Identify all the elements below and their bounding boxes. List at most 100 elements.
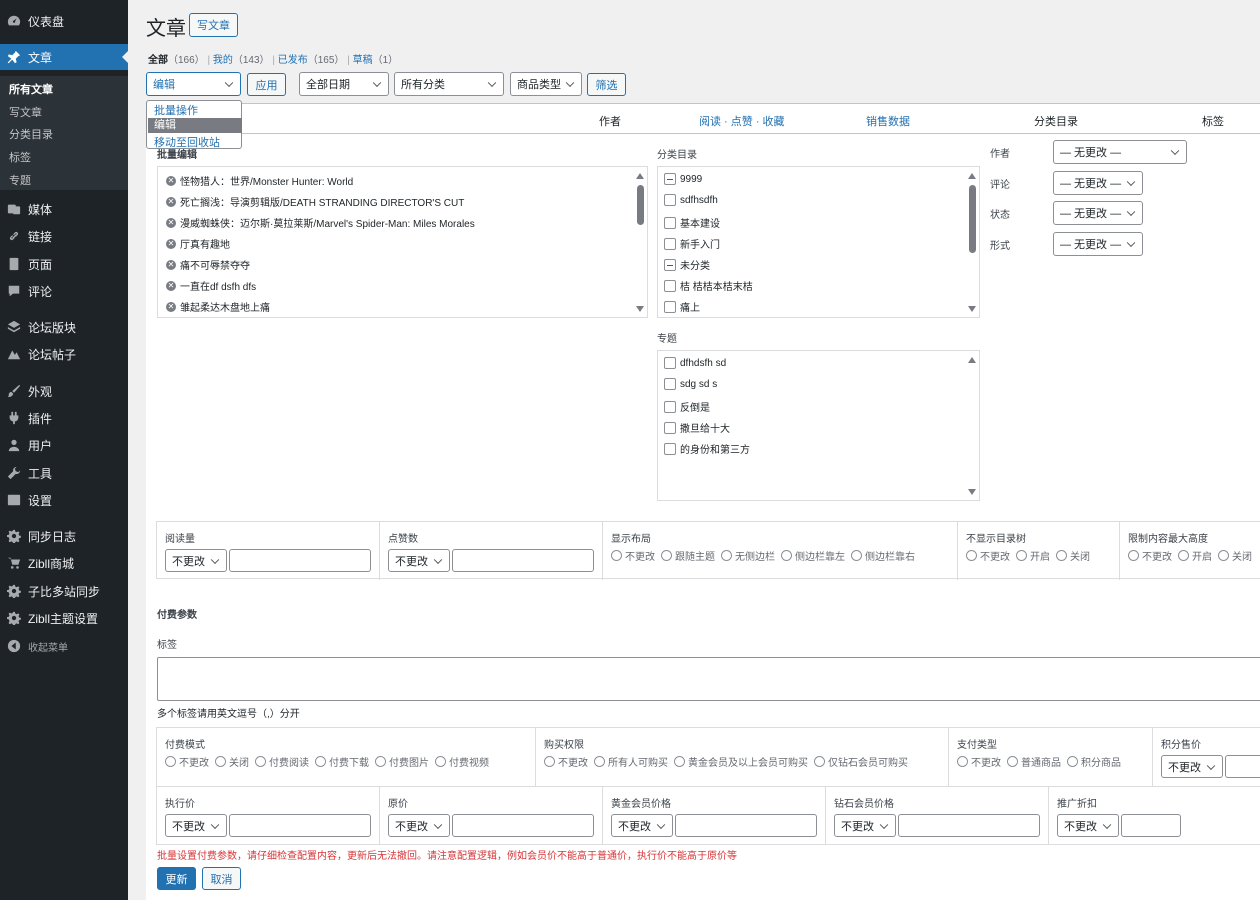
- radio-option[interactable]: 不更改: [1128, 548, 1172, 563]
- checkbox-icon[interactable]: [664, 421, 676, 434]
- radio-option[interactable]: 付费下载: [315, 754, 369, 769]
- apply-button[interactable]: 应用: [247, 73, 286, 96]
- radio-option[interactable]: 付费视频: [435, 754, 489, 769]
- bulk-action-select[interactable]: 编辑: [146, 72, 241, 96]
- menu-item-8[interactable]: 外观: [0, 378, 128, 404]
- checkbox-icon[interactable]: [664, 237, 676, 250]
- checkbox-icon[interactable]: [664, 378, 676, 390]
- field-select[interactable]: — 无更改 —: [1053, 232, 1143, 256]
- menu-item-2[interactable]: 媒体: [0, 196, 128, 222]
- radio-icon[interactable]: [215, 756, 226, 767]
- remove-icon[interactable]: ✕: [166, 301, 176, 312]
- checkbox-icon[interactable]: [664, 400, 676, 413]
- radio-option[interactable]: 开启: [1178, 548, 1212, 563]
- remove-icon[interactable]: ✕: [166, 280, 176, 291]
- category-filter-select[interactable]: 所有分类: [394, 72, 504, 96]
- radio-icon[interactable]: [611, 550, 622, 561]
- add-new-post-button[interactable]: 写文章: [189, 13, 238, 37]
- views-input[interactable]: [229, 549, 371, 572]
- filter-mine[interactable]: 我的: [213, 55, 233, 66]
- radio-option[interactable]: 无侧边栏: [721, 548, 775, 563]
- cancel-button[interactable]: 取消: [202, 867, 241, 890]
- checkbox-icon[interactable]: [664, 300, 676, 313]
- topic-checkbox[interactable]: sdg sd s: [664, 378, 717, 390]
- checkbox-icon[interactable]: [664, 258, 676, 271]
- points-mode-select[interactable]: 不更改: [1161, 755, 1223, 778]
- category-checkbox[interactable]: 痛上: [664, 299, 700, 314]
- field-select[interactable]: — 无更改 —: [1053, 201, 1143, 225]
- tags-textarea[interactable]: [157, 657, 1260, 701]
- menu-item-6[interactable]: 论坛版块: [0, 314, 128, 340]
- col-sales[interactable]: 销售数据: [866, 113, 910, 129]
- radio-icon[interactable]: [674, 756, 685, 767]
- topic-checkbox[interactable]: dfhdsfh sd: [664, 357, 726, 369]
- topic-checkbox[interactable]: 反倒是: [664, 399, 710, 414]
- submenu-write-post[interactable]: 写文章: [9, 104, 42, 120]
- menu-item-7[interactable]: 论坛帖子: [0, 341, 128, 367]
- radio-icon[interactable]: [781, 550, 792, 561]
- remove-icon[interactable]: ✕: [166, 259, 176, 270]
- radio-icon[interactable]: [1128, 550, 1139, 561]
- filter-button[interactable]: 筛选: [587, 73, 626, 96]
- radio-icon[interactable]: [1218, 550, 1229, 561]
- checkbox-icon[interactable]: [664, 173, 676, 185]
- checkbox-icon[interactable]: [664, 442, 676, 455]
- scroll-up-arrow[interactable]: [636, 173, 644, 179]
- submenu-tags[interactable]: 标签: [9, 149, 31, 165]
- scroll-down-arrow[interactable]: [968, 306, 976, 312]
- radio-option[interactable]: 关闭: [215, 754, 249, 769]
- price-input[interactable]: [229, 814, 371, 837]
- filter-draft[interactable]: 草稿: [353, 55, 373, 66]
- scroll-down-arrow[interactable]: [968, 489, 976, 495]
- price-mode-select[interactable]: 不更改: [165, 814, 227, 837]
- radio-icon[interactable]: [315, 756, 326, 767]
- radio-icon[interactable]: [851, 550, 862, 561]
- category-checkbox[interactable]: 基本建设: [664, 215, 720, 230]
- radio-option[interactable]: 黄金会员及以上会员可购买: [674, 754, 808, 769]
- price-input[interactable]: [675, 814, 817, 837]
- product-type-select[interactable]: 商品类型: [510, 72, 582, 96]
- category-checkbox[interactable]: 未分类: [664, 257, 710, 272]
- scroll-down-arrow[interactable]: [636, 306, 644, 312]
- update-button[interactable]: 更新: [157, 867, 196, 890]
- radio-icon[interactable]: [435, 756, 446, 767]
- radio-option[interactable]: 侧边栏靠右: [851, 548, 915, 563]
- menu-item-16[interactable]: Zibll主题设置: [0, 605, 128, 631]
- category-checkbox[interactable]: sdfhsdfh: [664, 194, 718, 206]
- radio-option[interactable]: 不更改: [966, 548, 1010, 563]
- checkbox-icon[interactable]: [664, 194, 676, 206]
- views-mode-select[interactable]: 不更改: [165, 549, 227, 572]
- price-mode-select[interactable]: 不更改: [1057, 814, 1119, 837]
- radio-icon[interactable]: [1056, 550, 1067, 561]
- menu-item-17[interactable]: 收起菜单: [0, 633, 128, 659]
- price-input[interactable]: [898, 814, 1040, 837]
- radio-option[interactable]: 开启: [1016, 548, 1050, 563]
- menu-item-12[interactable]: 设置: [0, 487, 128, 513]
- likes-mode-select[interactable]: 不更改: [388, 549, 450, 572]
- radio-option[interactable]: 关闭: [1218, 548, 1252, 563]
- radio-icon[interactable]: [1178, 550, 1189, 561]
- checkbox-icon[interactable]: [664, 279, 676, 292]
- dropdown-option-trash[interactable]: 移动至回收站: [154, 134, 220, 150]
- menu-item-5[interactable]: 评论: [0, 278, 128, 304]
- remove-icon[interactable]: ✕: [166, 196, 176, 207]
- radio-option[interactable]: 付费阅读: [255, 754, 309, 769]
- price-mode-select[interactable]: 不更改: [834, 814, 896, 837]
- field-select[interactable]: — 无更改 —: [1053, 171, 1143, 195]
- remove-icon[interactable]: ✕: [166, 238, 176, 249]
- radio-option[interactable]: 侧边栏靠左: [781, 548, 845, 563]
- radio-icon[interactable]: [721, 550, 732, 561]
- radio-icon[interactable]: [814, 756, 825, 767]
- field-select[interactable]: — 无更改 —: [1053, 140, 1187, 164]
- dropdown-option-bulk[interactable]: 批量操作: [154, 102, 198, 118]
- price-input[interactable]: [452, 814, 594, 837]
- radio-option[interactable]: 不更改: [957, 754, 1001, 769]
- remove-icon[interactable]: ✕: [166, 217, 176, 228]
- menu-item-11[interactable]: 工具: [0, 460, 128, 486]
- submenu-topics[interactable]: 专题: [9, 172, 31, 188]
- radio-icon[interactable]: [255, 756, 266, 767]
- menu-item-9[interactable]: 插件: [0, 405, 128, 431]
- radio-icon[interactable]: [1067, 756, 1078, 767]
- likes-input[interactable]: [452, 549, 594, 572]
- menu-item-13[interactable]: 同步日志: [0, 523, 128, 549]
